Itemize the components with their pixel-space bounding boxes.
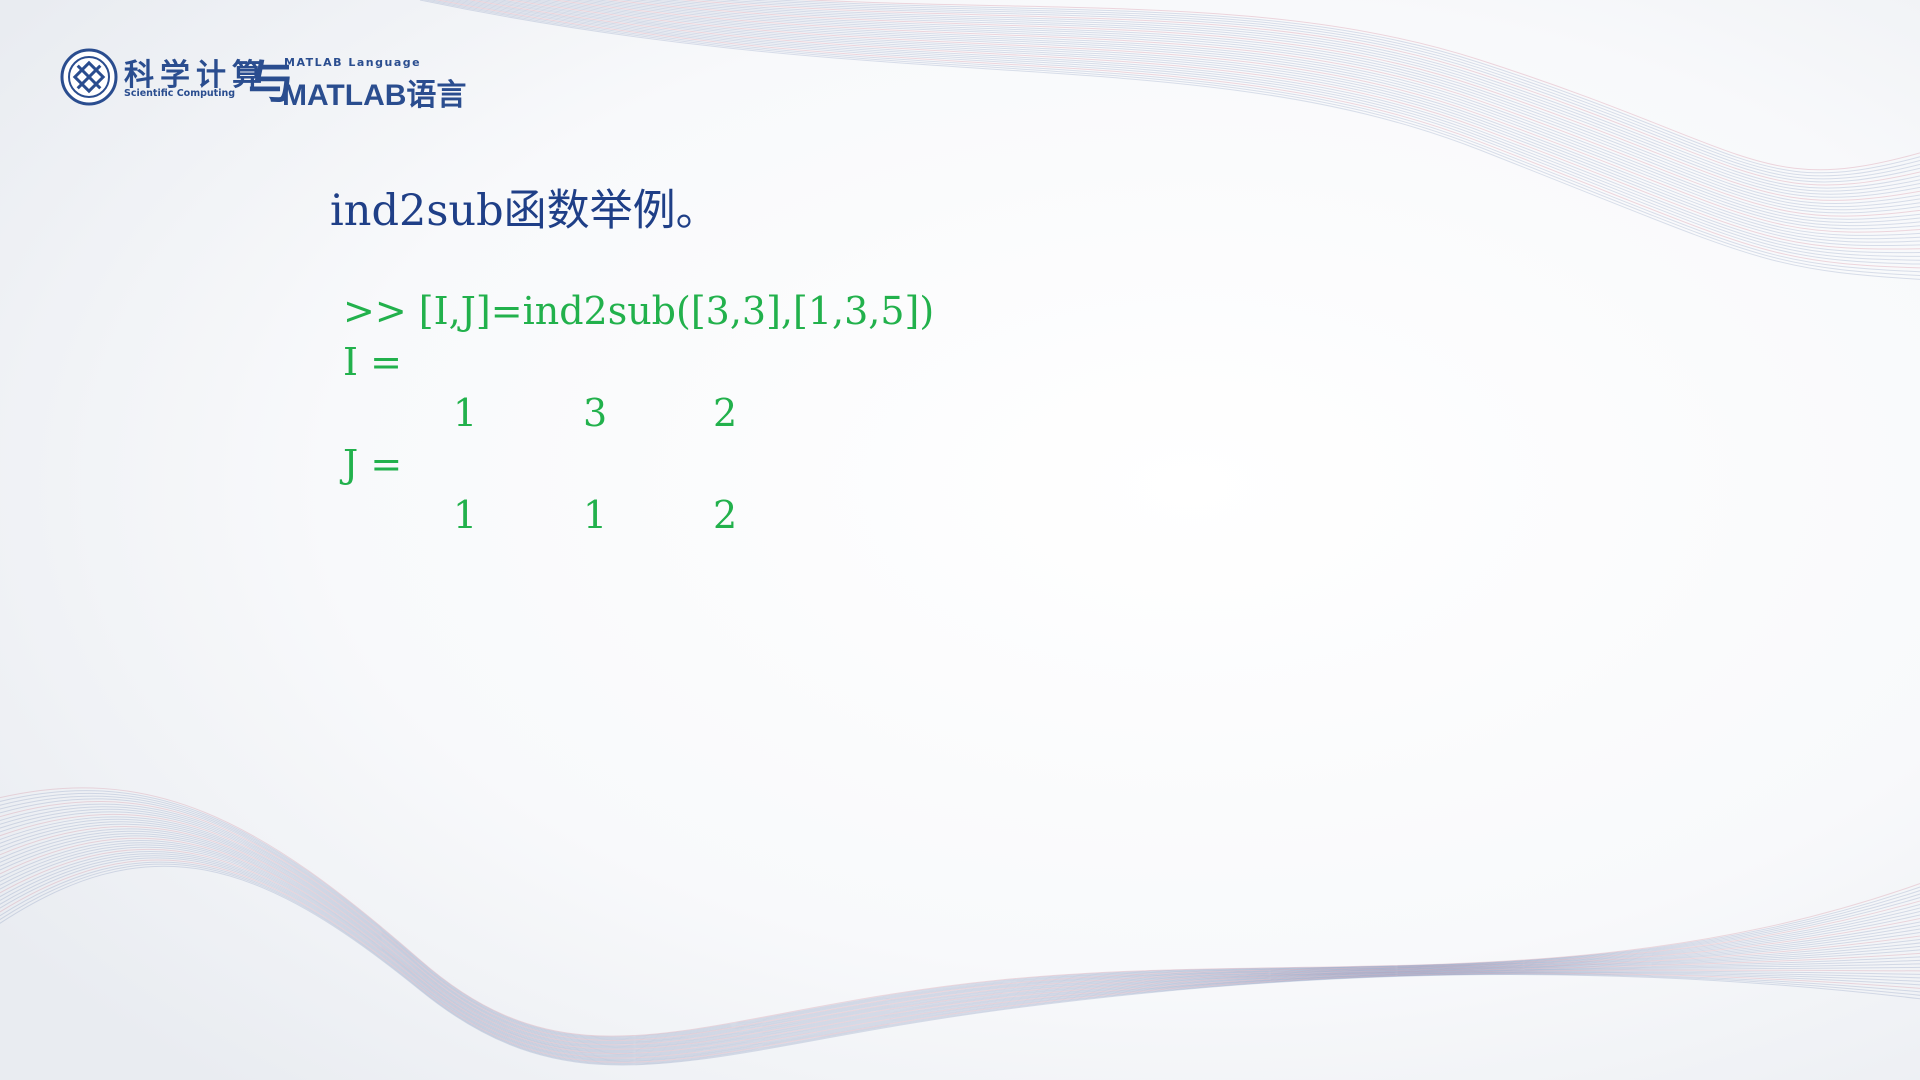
background-wave-decoration <box>0 0 1920 1080</box>
i-value: 1 <box>453 391 478 435</box>
code-block: >> [I,J]=ind2sub([3,3],[1,3,5]) I = 1 3 … <box>343 286 934 541</box>
logo-subtitle-big: MATLAB语言 <box>282 79 467 112</box>
logo: 科学计算 Scientific Computing 与 MATLAB Langu… <box>60 46 466 112</box>
logo-subtitle-en: MATLAB Language <box>284 56 422 69</box>
code-i-values: 1 3 2 <box>343 388 934 439</box>
j-value: 2 <box>713 493 738 537</box>
logo-title-en: Scientific Computing <box>124 88 236 99</box>
code-i-label: I = <box>343 340 402 384</box>
slide-heading: ind2sub函数举例。 <box>330 186 719 236</box>
university-emblem-icon <box>60 48 118 106</box>
code-j-label: J = <box>343 442 403 486</box>
i-value: 3 <box>583 391 608 435</box>
j-value: 1 <box>583 493 608 537</box>
code-command: >> [I,J]=ind2sub([3,3],[1,3,5]) <box>343 289 935 333</box>
j-value: 1 <box>453 493 478 537</box>
code-j-values: 1 1 2 <box>343 490 934 541</box>
i-value: 2 <box>713 391 738 435</box>
